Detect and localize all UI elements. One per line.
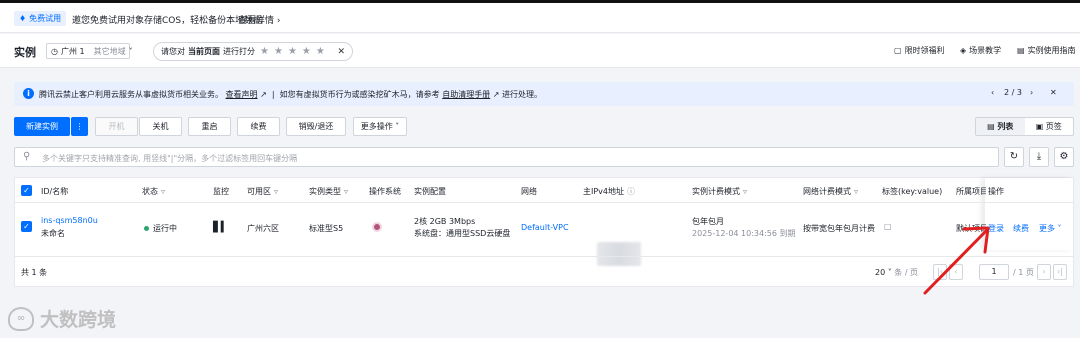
billing-mode: 包年包月 (692, 217, 724, 226)
clock-icon: ◷ (51, 46, 58, 56)
header-link-guide[interactable]: ▤ 实例使用指南 (1017, 45, 1076, 56)
total-count: 共 1 条 (21, 268, 48, 277)
gift-icon: ▢ (894, 46, 902, 55)
download-icon[interactable]: ⤓ (1029, 147, 1049, 167)
select-all-checkbox[interactable]: ✓ (21, 185, 32, 196)
flame-icon: ♦ (19, 14, 27, 23)
page-total: / 1 页 (1013, 268, 1034, 277)
renew-button[interactable]: 续费 (237, 117, 280, 136)
view-page-button[interactable]: ▣ 页签 (1025, 118, 1074, 135)
promo-detail-link[interactable]: 查看详情 › (238, 13, 281, 26)
close-icon[interactable]: ✕ (1050, 88, 1057, 97)
more-actions-dropdown[interactable]: 更多操作 ˅ (353, 117, 407, 136)
close-icon[interactable]: ✕ (337, 47, 345, 57)
row-checkbox[interactable]: ✓ (21, 221, 32, 232)
promo-bar: ♦ 免费试用 邀您免费试用对象存储COS，轻松备份本地数据 查看详情 › (0, 3, 1080, 33)
monitor-chart-icon[interactable]: ▋▍ (213, 222, 228, 233)
search-input[interactable]: ⚲ 多个关键字只支持精准查询, 用竖线"|"分隔，多个过滤标签用回车键分隔 (14, 147, 999, 167)
doc-icon: ▤ (1017, 46, 1025, 55)
instance-id-link[interactable]: ins-qsm58n0u (41, 216, 98, 225)
gear-icon[interactable]: ⚙ (1054, 147, 1074, 167)
separator: | (269, 90, 278, 99)
config-line-2: 系统盘：通用型SSD云硬盘 (414, 229, 511, 238)
external-link-icon: ↗ (492, 90, 500, 99)
filter-icon: ▿ (274, 187, 279, 196)
instance-name: 未命名 (41, 229, 65, 238)
notice-text: 腾讯云禁止客户利用云服务从事虚拟货币相关业务。 查看声明 ↗ | 如您有虚拟货币… (39, 90, 543, 99)
table-header: ✓ ID/名称 状态 ▿ 监控 可用区 ▿ 实例类型 ▿ 操作系统 实例配置 网络 主… (15, 178, 1073, 203)
star-icon[interactable]: ★ (260, 46, 269, 57)
watermark-logo-icon: ∞ (8, 306, 34, 331)
notice-next[interactable]: › (1030, 88, 1033, 97)
star-icon[interactable]: ★ (316, 46, 325, 57)
info-icon: i (23, 88, 34, 99)
watermark: ∞ 大数跨境 (8, 305, 116, 332)
destroy-button[interactable]: 销毁/退还 (286, 117, 346, 136)
status-dot-icon (144, 226, 149, 231)
promo-text: 邀您免费试用对象存储COS，轻松备份本地数据 (72, 16, 263, 26)
search-icon: ⚲ (23, 151, 31, 162)
new-instance-more-icon[interactable]: ⋮ (71, 117, 88, 136)
header-link-welfare[interactable]: ▢ 限时领福利 (894, 45, 945, 56)
notice-page: 2 / 3 (1004, 88, 1022, 97)
filter-icon: ▿ (743, 187, 748, 196)
type-cell: 标准型S5 (309, 224, 344, 233)
net-billing-mode: 按带宽包年包月计费 (803, 224, 875, 233)
renew-link[interactable]: 续费 (1013, 223, 1029, 234)
external-link-icon: ↗ (260, 90, 267, 99)
filter-icon: ▿ (854, 187, 859, 196)
expire-time: 2025-12-04 10:34:56 到期 (692, 229, 796, 238)
cleanup-manual-link[interactable]: 自助清理手册 (442, 90, 490, 99)
view-toggle: ▤ 列表 ▣ 页签 (975, 117, 1074, 136)
notice-prev[interactable]: ‹ (991, 88, 994, 97)
page-rating: 请您对 当前页面 进行打分 ★ ★ ★ ★ ★ ✕ (153, 42, 353, 61)
free-trial-badge[interactable]: ♦ 免费试用 (14, 11, 67, 26)
config-line-1: 2核 2GB 3Mbps (414, 217, 476, 226)
info-icon: ⓘ (627, 187, 636, 196)
star-icon[interactable]: ★ (274, 46, 283, 57)
vpc-link[interactable]: Default-VPC (521, 223, 569, 232)
layers-icon: ◈ (960, 46, 967, 55)
more-dropdown[interactable]: 更多 ˅ (1039, 223, 1062, 234)
star-icon[interactable]: ★ (288, 46, 297, 57)
region-selector[interactable]: ◷ 广州 1 其它地域 ˅ (46, 43, 133, 59)
view-list-button[interactable]: ▤ 列表 (976, 118, 1025, 135)
status-badge: 运行中 (144, 223, 177, 234)
header-link-tutorial[interactable]: ◈ 场景教学 (960, 45, 1001, 56)
os-logo-icon (372, 222, 382, 232)
page-title: 实例 (14, 46, 36, 59)
next-page-button[interactable]: › (1037, 264, 1051, 280)
star-icon[interactable]: ★ (302, 46, 311, 57)
chevron-right-icon: › (276, 16, 281, 26)
shutdown-button[interactable]: 关机 (139, 117, 182, 136)
annotation-arrow (923, 226, 990, 295)
filter-icon: ▿ (344, 187, 349, 196)
new-instance-button[interactable]: 新建实例 (14, 117, 70, 136)
zone-cell: 广州六区 (247, 224, 279, 233)
notice-banner: i 腾讯云禁止客户利用云服务从事虚拟货币相关业务。 查看声明 ↗ | 如您有虚拟… (14, 82, 1074, 106)
arrow-shaft (923, 229, 988, 295)
restart-button[interactable]: 重启 (188, 117, 231, 136)
refresh-icon[interactable]: ↻ (1004, 147, 1024, 167)
tag-icon[interactable]: □ (884, 222, 892, 231)
last-page-button[interactable]: ›| (1053, 264, 1067, 280)
statement-link[interactable]: 查看声明 (226, 90, 258, 99)
filter-icon: ▿ (161, 187, 166, 196)
page-header: 实例 ◷ 广州 1 其它地域 ˅ 请您对 当前页面 进行打分 ★ ★ ★ ★ ★… (0, 34, 1080, 68)
chevron-down-icon: ˅ (128, 46, 133, 56)
start-button[interactable]: 开机 (95, 117, 138, 136)
